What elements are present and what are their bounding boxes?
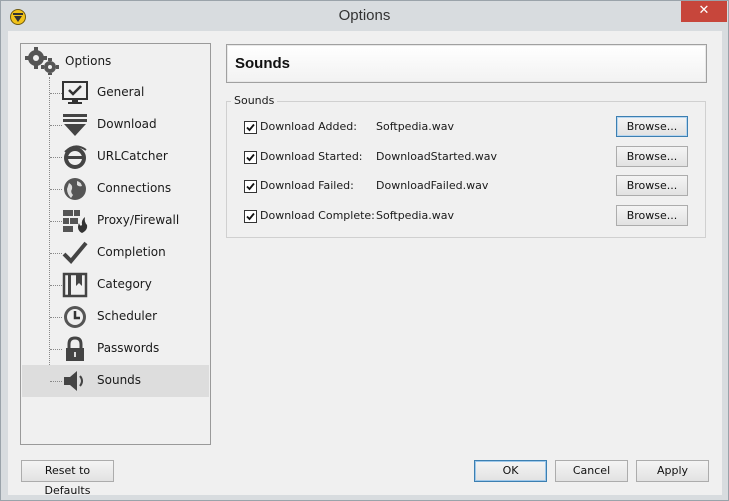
options-tree: Options General Download URLCatcher Conn… — [20, 43, 211, 445]
tree-item-label: Proxy/Firewall — [97, 213, 180, 227]
tree-item-label: General — [97, 85, 145, 99]
browse-button[interactable]: Browse... — [616, 146, 688, 167]
tree-root-options[interactable]: Options — [25, 47, 111, 75]
tree-item-proxy-firewall[interactable]: Proxy/Firewall — [22, 205, 209, 237]
tree-item-scheduler[interactable]: Scheduler — [22, 301, 209, 333]
tree-item-label: Completion — [97, 245, 166, 259]
download-failed-checkbox[interactable] — [244, 180, 257, 193]
apply-button[interactable]: Apply — [636, 460, 709, 482]
firewall-icon — [63, 210, 88, 233]
sound-file: DownloadStarted.wav — [376, 150, 498, 163]
tree-item-sounds[interactable]: Sounds — [22, 365, 209, 397]
checkmark-icon — [62, 241, 88, 264]
tree-item-label: Connections — [97, 181, 172, 195]
tree-item-connections[interactable]: Connections — [22, 173, 209, 205]
tree-item-label: Sounds — [97, 373, 142, 387]
event-label: Download Started: — [260, 150, 363, 163]
download-added-checkbox[interactable] — [244, 121, 257, 134]
tree-item-label: Scheduler — [97, 309, 158, 323]
tree-item-category[interactable]: Category — [22, 269, 209, 301]
globe-icon — [64, 178, 86, 200]
gears-icon — [25, 47, 59, 75]
ie-logo-icon — [64, 145, 87, 169]
tree-item-label: URLCatcher — [97, 149, 168, 163]
tree-item-label: Category — [97, 277, 152, 291]
browse-button[interactable]: Browse... — [616, 175, 688, 196]
bookmark-folder-icon — [62, 272, 88, 298]
panel-header: Sounds — [226, 44, 707, 83]
monitor-check-icon — [62, 81, 88, 104]
download-complete-checkbox[interactable] — [244, 210, 257, 223]
window-title: Options — [338, 7, 391, 24]
event-label: Download Failed: — [260, 179, 354, 192]
tree-item-download[interactable]: Download — [22, 109, 209, 141]
title-bar[interactable]: Options ✕ — [1, 1, 728, 31]
options-window: Options ✕ Options General Download URLCa… — [0, 0, 729, 501]
tree-item-completion[interactable]: Completion — [22, 237, 209, 269]
ok-button[interactable]: OK — [474, 460, 547, 482]
event-label: Download Added: — [260, 120, 357, 133]
speaker-icon — [64, 371, 83, 391]
tree-item-label: Passwords — [97, 341, 160, 355]
padlock-icon — [66, 336, 84, 361]
event-label: Download Complete: — [260, 209, 375, 222]
sound-file: Softpedia.wav — [376, 120, 454, 133]
sound-row-download-failed: Download Failed: DownloadFailed.wav Brow… — [244, 175, 694, 197]
tree-item-urlcatcher[interactable]: URLCatcher — [22, 141, 209, 173]
tree-item-passwords[interactable]: Passwords — [22, 333, 209, 365]
reset-to-defaults-button[interactable]: Reset to Defaults — [21, 460, 114, 497]
dialog-client: Options General Download URLCatcher Conn… — [8, 31, 722, 497]
tree-root-label: Options — [65, 54, 112, 68]
browse-button[interactable]: Browse... — [616, 116, 688, 137]
download-arrow-icon — [63, 114, 87, 136]
sound-row-download-added: Download Added: Softpedia.wav Browse... — [244, 116, 694, 138]
tree-item-general[interactable]: General — [22, 77, 209, 109]
close-button[interactable]: ✕ — [681, 1, 727, 22]
tree-item-label: Download — [97, 117, 157, 131]
cancel-button[interactable]: Cancel — [555, 460, 628, 482]
sound-row-download-complete: Download Complete: Softpedia.wav Browse.… — [244, 205, 694, 227]
browse-button[interactable]: Browse... — [616, 205, 688, 226]
download-started-checkbox[interactable] — [244, 151, 257, 164]
sound-row-download-started: Download Started: DownloadStarted.wav Br… — [244, 146, 694, 168]
sound-file: Softpedia.wav — [376, 209, 454, 222]
group-label: Sounds — [231, 94, 278, 107]
panel-title: Sounds — [235, 55, 290, 72]
sound-file: DownloadFailed.wav — [376, 179, 489, 192]
clock-icon — [64, 306, 86, 328]
